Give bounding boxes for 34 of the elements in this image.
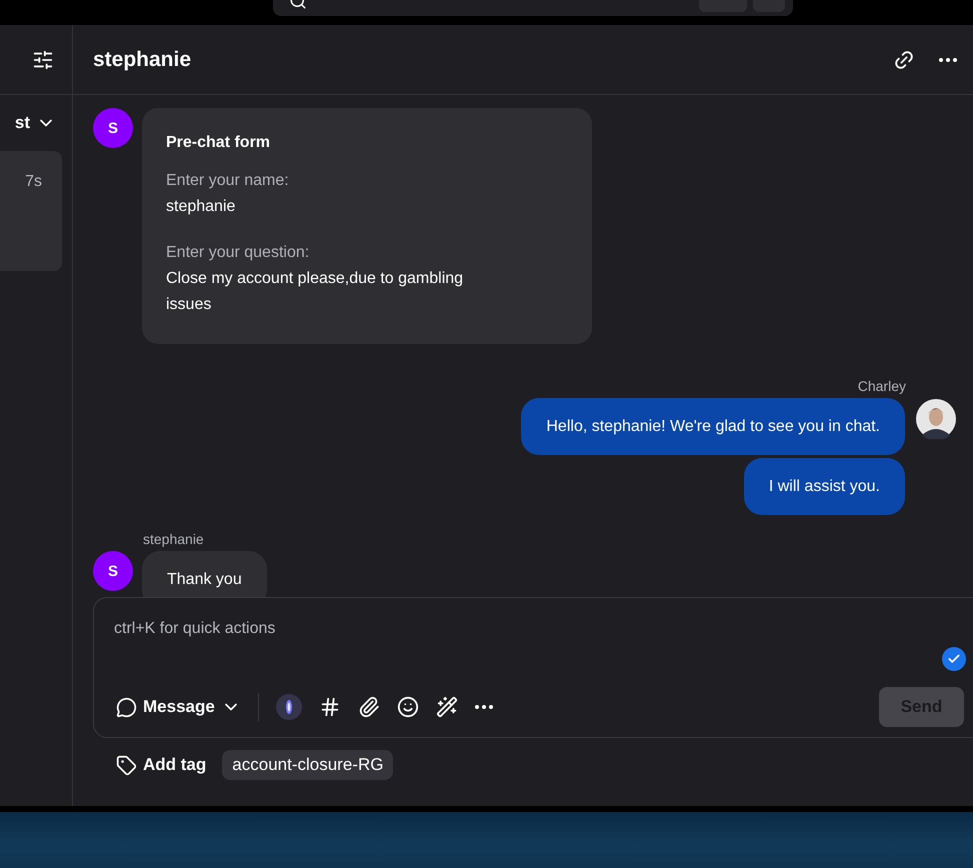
- user-avatar: S: [93, 551, 133, 591]
- emoji-button[interactable]: [396, 696, 419, 718]
- filter-settings-button[interactable]: [32, 48, 54, 70]
- user-avatar: S: [93, 108, 133, 148]
- form-field-value: stephanie: [166, 197, 236, 217]
- agent-avatar: [916, 399, 956, 439]
- form-field-label: Enter your name:: [166, 171, 290, 191]
- message-bubble: I will assist you.: [744, 458, 905, 515]
- message-bubble: Thank you: [142, 551, 267, 597]
- more-icon: [474, 705, 493, 709]
- hashtag-button[interactable]: [318, 696, 341, 718]
- sender-name: stephanie: [143, 531, 205, 547]
- check-icon: [942, 647, 966, 671]
- message-bubble: Hello, stephanie! We're glad to see you in chat.: [521, 398, 905, 455]
- more-icon: [939, 58, 957, 62]
- link-button[interactable]: [893, 48, 915, 70]
- magic-wand-button[interactable]: [436, 696, 458, 718]
- chat-title: stephanie: [93, 48, 192, 72]
- more-button[interactable]: [474, 705, 493, 709]
- tag-icon: [116, 754, 137, 776]
- filter-dropdown[interactable]: st: [0, 113, 56, 133]
- ai-orb-icon[interactable]: [276, 694, 302, 720]
- speech-bubble-icon: [116, 696, 137, 718]
- conversation-item[interactable]: 7s: [0, 151, 62, 271]
- add-tag-button[interactable]: Add tag: [116, 754, 206, 776]
- tag-chip[interactable]: account-closure-RG: [222, 750, 394, 780]
- form-field-label: Enter your question:: [166, 243, 310, 263]
- message-input[interactable]: ctrl+K for quick actions: [114, 620, 514, 638]
- form-title: Pre-chat form: [166, 134, 272, 152]
- form-field-value: Close my account please,due to gambling issues: [166, 269, 464, 315]
- message-mode-dropdown[interactable]: Message: [114, 696, 241, 718]
- sender-name: Charley: [856, 378, 906, 394]
- more-button[interactable]: [939, 58, 957, 62]
- attachment-button[interactable]: [358, 696, 380, 718]
